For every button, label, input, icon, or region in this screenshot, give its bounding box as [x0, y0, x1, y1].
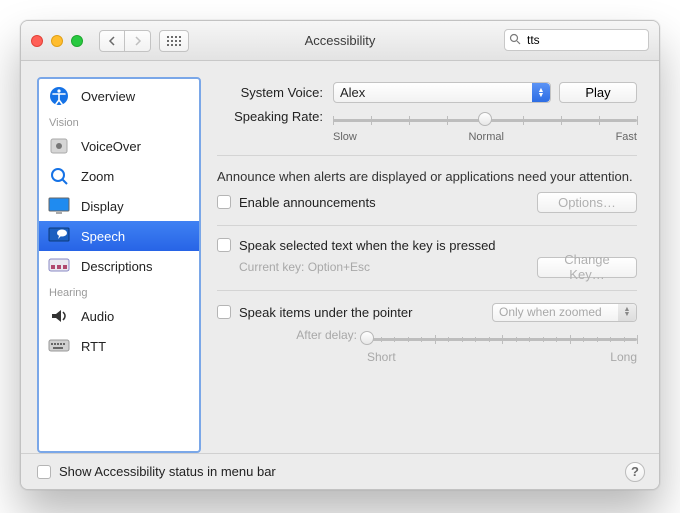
speak-pointer-label: Speak items under the pointer	[239, 305, 492, 320]
system-voice-label: System Voice:	[217, 85, 333, 100]
display-icon	[47, 196, 71, 216]
enable-announcements-label: Enable announcements	[239, 195, 537, 210]
speak-selected-checkbox[interactable]	[217, 238, 231, 252]
sidebar-item-voiceover[interactable]: VoiceOver	[39, 131, 199, 161]
chevron-updown-icon: ▲▼	[618, 304, 636, 321]
announce-description: Announce when alerts are displayed or ap…	[217, 168, 637, 186]
back-button[interactable]	[99, 30, 125, 52]
sidebar-item-rtt[interactable]: RTT	[39, 331, 199, 361]
voiceover-icon	[47, 136, 71, 156]
rate-slow-label: Slow	[333, 131, 357, 143]
descriptions-icon	[47, 256, 71, 276]
sidebar-item-display[interactable]: Display	[39, 191, 199, 221]
sidebar-item-label: RTT	[81, 339, 106, 354]
sidebar-item-label: Zoom	[81, 169, 114, 184]
audio-icon	[47, 306, 71, 326]
sidebar-item-label: Display	[81, 199, 124, 214]
rate-normal-label: Normal	[468, 131, 503, 143]
sidebar-item-label: Audio	[81, 309, 114, 324]
enable-announcements-checkbox[interactable]	[217, 195, 231, 209]
close-window-button[interactable]	[31, 35, 43, 47]
search-icon	[509, 33, 521, 48]
delay-short-label: Short	[367, 350, 396, 364]
show-all-button[interactable]	[159, 30, 189, 52]
search-input[interactable]	[525, 32, 660, 48]
speaking-rate-slider[interactable]	[333, 111, 637, 129]
after-delay-slider[interactable]	[367, 330, 637, 348]
sidebar-item-label: Descriptions	[81, 259, 153, 274]
show-status-menubar-checkbox[interactable]	[37, 465, 51, 479]
window-controls	[31, 35, 83, 47]
zoom-window-button[interactable]	[71, 35, 83, 47]
sidebar-item-label: Overview	[81, 89, 135, 104]
zoom-icon	[47, 166, 71, 186]
titlebar: Accessibility ✕	[21, 21, 659, 61]
change-key-button[interactable]: Change Key…	[537, 257, 637, 278]
sidebar-item-label: VoiceOver	[81, 139, 141, 154]
minimize-window-button[interactable]	[51, 35, 63, 47]
system-voice-select[interactable]: Alex ▲▼	[333, 82, 551, 103]
rtt-icon	[47, 336, 71, 356]
sidebar-item-overview[interactable]: Overview	[39, 81, 199, 111]
show-status-menubar-label: Show Accessibility status in menu bar	[59, 464, 276, 479]
current-key-label: Current key: Option+Esc	[239, 260, 537, 274]
speaking-rate-label: Speaking Rate:	[217, 109, 333, 124]
help-button[interactable]: ?	[625, 462, 645, 482]
sidebar-section-header: Vision	[39, 111, 199, 131]
accessibility-prefpane-window: Accessibility ✕ Overview Vision Voic	[20, 20, 660, 490]
announcements-options-button[interactable]: Options…	[537, 192, 637, 213]
category-sidebar[interactable]: Overview Vision VoiceOver Zoom Display	[37, 77, 201, 453]
search-field[interactable]: ✕	[504, 29, 649, 51]
accessibility-icon	[47, 86, 71, 106]
speak-pointer-checkbox[interactable]	[217, 305, 231, 319]
play-button[interactable]: Play	[559, 82, 637, 103]
chevron-updown-icon: ▲▼	[532, 83, 550, 102]
speak-pointer-mode-value: Only when zoomed	[499, 305, 602, 319]
footer: Show Accessibility status in menu bar ?	[21, 453, 659, 489]
delay-long-label: Long	[610, 350, 637, 364]
after-delay-label: After delay:	[217, 328, 367, 342]
sidebar-item-zoom[interactable]: Zoom	[39, 161, 199, 191]
sidebar-section-header: Hearing	[39, 281, 199, 301]
forward-button[interactable]	[125, 30, 151, 52]
speak-pointer-mode-select[interactable]: Only when zoomed ▲▼	[492, 303, 637, 322]
speech-icon	[47, 226, 71, 246]
sidebar-item-label: Speech	[81, 229, 125, 244]
nav-buttons	[99, 30, 151, 52]
sidebar-item-audio[interactable]: Audio	[39, 301, 199, 331]
sidebar-item-descriptions[interactable]: Descriptions	[39, 251, 199, 281]
rate-fast-label: Fast	[616, 131, 637, 143]
sidebar-item-speech[interactable]: Speech	[39, 221, 199, 251]
speak-selected-label: Speak selected text when the key is pres…	[239, 238, 496, 253]
system-voice-value: Alex	[340, 85, 365, 100]
speech-settings-pane: System Voice: Alex ▲▼ Play Speaking Rate…	[201, 77, 643, 453]
